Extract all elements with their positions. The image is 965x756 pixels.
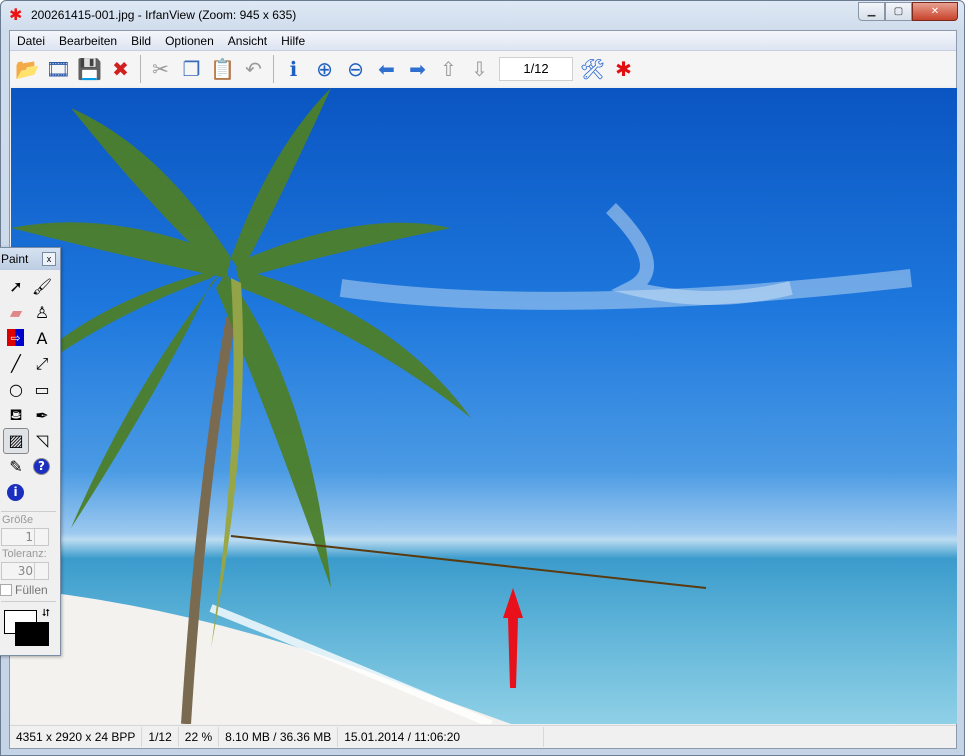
info-icon[interactable]: i	[7, 483, 24, 501]
last-page-icon[interactable]: ⇩	[464, 55, 495, 83]
menu-bearbeiten[interactable]: Bearbeiten	[52, 34, 124, 48]
zoom-out-icon[interactable]: ⊖	[340, 55, 371, 83]
close-button[interactable]: ✕	[912, 2, 958, 21]
settings-icon[interactable]: 🛠	[577, 55, 608, 83]
zoom-in-icon[interactable]: ⊕	[309, 55, 340, 83]
window-title: 200261415-001.jpg - IrfanView (Zoom: 945…	[31, 8, 297, 22]
rectangle-icon[interactable]: ▭	[29, 377, 55, 403]
undo-icon[interactable]: ↶	[238, 55, 269, 83]
status-dimensions: 4351 x 2920 x 24 BPP	[10, 727, 143, 747]
status-date: 15.01.2014 / 11:06:20	[338, 727, 545, 747]
color-picker-icon[interactable]: ✒	[29, 402, 55, 428]
paint-title-bar[interactable]: Paint x	[0, 248, 60, 270]
menu-datei[interactable]: Datei	[10, 34, 52, 48]
status-bar: 4351 x 2920 x 24 BPP 1/12 22 % 8.10 MB /…	[10, 725, 956, 748]
menu-bar: Datei Bearbeiten Bild Optionen Ansicht H…	[10, 31, 956, 51]
save-icon[interactable]: 💾	[74, 55, 105, 83]
fill-checkbox[interactable]: Füllen	[0, 583, 60, 597]
title-bar: ✱ 200261415-001.jpg - IrfanView (Zoom: 9…	[1, 1, 964, 29]
slideshow-icon[interactable]: 🎞	[43, 55, 74, 83]
irfanview-paint-icon[interactable]: ✱	[608, 55, 639, 83]
tolerance-label: Toleranz:	[2, 547, 47, 560]
eraser-icon[interactable]: ▰	[3, 300, 29, 326]
status-zoom: 22 %	[179, 727, 220, 747]
fill-label: Füllen	[15, 582, 48, 597]
text-icon[interactable]: A	[29, 325, 55, 351]
paint-title: Paint	[1, 252, 29, 266]
clone-stamp-icon[interactable]: ♙	[29, 300, 55, 326]
toolbar-separator	[140, 54, 141, 83]
toolbar: 📂 🎞 💾 ✖ ✂ ❐ 📋 ↶ ℹ ⊕ ⊖ ⬅ ➡ ⇧ ⇩ 1/12 🛠 ✱	[10, 51, 956, 86]
fill-bucket-icon[interactable]: ⛾	[3, 402, 29, 428]
page-number-field[interactable]: 1/12	[499, 56, 573, 81]
double-arrow-icon[interactable]: ⤢	[29, 351, 55, 377]
maximize-button[interactable]: ▢	[885, 2, 912, 21]
menu-ansicht[interactable]: Ansicht	[221, 34, 274, 48]
selection-arrow-icon[interactable]: ➚	[3, 274, 29, 300]
paint-tools: ➚ 🖌 ▰ ♙ ⇨ A ╱ ⤢ ○ ▭ ⛾ ✒ ▨ ◹ ✎? i	[0, 270, 60, 505]
brush-icon[interactable]: 🖌	[29, 274, 55, 300]
beach-photo	[11, 88, 913, 724]
color-selector: ⮃	[0, 608, 60, 658]
tolerance-spinner[interactable]: 30	[1, 561, 49, 580]
irfanview-window: ✱ 200261415-001.jpg - IrfanView (Zoom: 9…	[0, 0, 965, 756]
status-page: 1/12	[142, 727, 179, 747]
measure-icon[interactable]: ◹	[29, 428, 55, 454]
client-area: Datei Bearbeiten Bild Optionen Ansicht H…	[9, 30, 957, 749]
first-page-icon[interactable]: ⇧	[433, 55, 464, 83]
menu-bild[interactable]: Bild	[124, 34, 158, 48]
menu-optionen[interactable]: Optionen	[158, 34, 221, 48]
arrow-shape-icon[interactable]: ⇨	[7, 329, 24, 347]
swap-colors-icon[interactable]: ⮃	[42, 608, 50, 619]
previous-icon[interactable]: ⬅	[371, 55, 402, 83]
paint-dialog: Paint x ➚ 🖌 ▰ ♙ ⇨ A ╱ ⤢ ○ ▭ ⛾ ✒ ▨ ◹ ✎? i Größe 1 Tolera…	[0, 247, 61, 656]
size-spinner[interactable]: 1	[1, 527, 49, 546]
copy-icon[interactable]: ❐	[176, 55, 207, 83]
image-effects-icon[interactable]: ▨	[3, 428, 29, 454]
line-icon[interactable]: ╱	[3, 351, 29, 377]
circle-icon[interactable]: ○	[3, 377, 29, 403]
minimize-button[interactable]: ▁	[858, 2, 885, 21]
irfanview-app-icon: ✱	[9, 5, 23, 24]
next-icon[interactable]: ➡	[402, 55, 433, 83]
paste-icon[interactable]: 📋	[207, 55, 238, 83]
background-color[interactable]	[15, 621, 49, 646]
paint-close-button[interactable]: x	[42, 252, 56, 266]
cut-icon[interactable]: ✂	[145, 55, 176, 83]
toolbar-separator	[273, 54, 274, 83]
help-icon[interactable]: ?	[33, 457, 50, 475]
menu-hilfe[interactable]: Hilfe	[274, 34, 312, 48]
image-canvas[interactable]	[11, 88, 957, 724]
red-eye-icon[interactable]: ✎	[3, 454, 29, 480]
delete-icon[interactable]: ✖	[105, 55, 136, 83]
status-memory: 8.10 MB / 36.36 MB	[219, 727, 339, 747]
size-label: Größe	[2, 513, 34, 526]
info-icon[interactable]: ℹ	[278, 55, 309, 83]
open-folder-icon[interactable]: 📂	[12, 55, 43, 83]
